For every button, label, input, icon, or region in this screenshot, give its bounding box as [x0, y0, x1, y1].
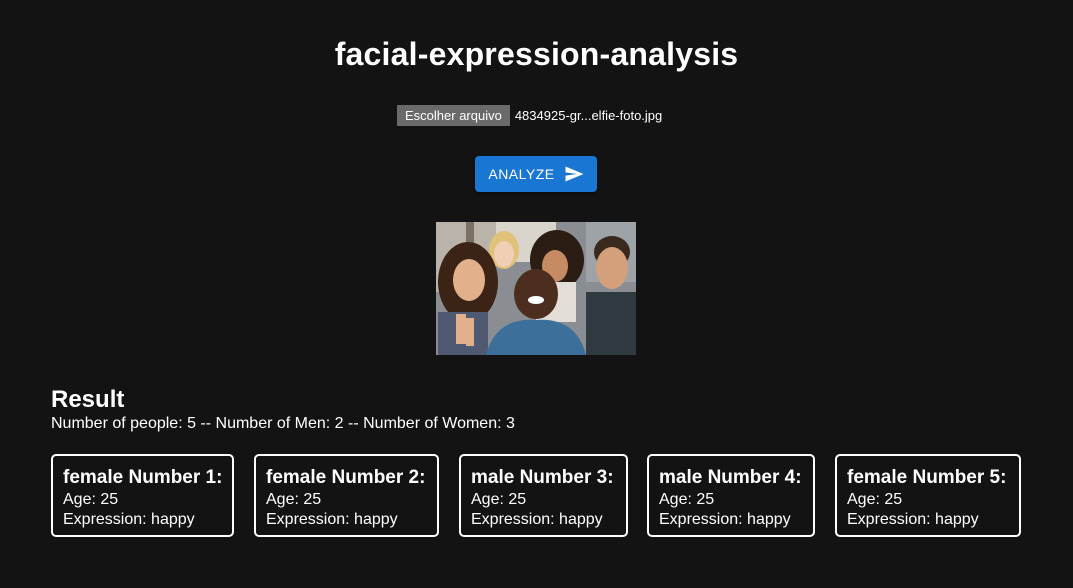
person-title: female Number 1: — [63, 467, 223, 488]
person-age: Age: 25 — [659, 491, 715, 508]
person-title: male Number 4: — [659, 467, 802, 488]
choose-file-button[interactable]: Escolher arquivo — [397, 105, 510, 126]
person-age: Age: 25 — [63, 491, 119, 508]
person-age: Age: 25 — [847, 491, 903, 508]
person-card: female Number 2: Age: 25 Expression: hap… — [254, 454, 439, 537]
person-age: Age: 25 — [266, 491, 322, 508]
person-expression: Expression: happy — [659, 511, 791, 528]
selected-file-name: 4834925-gr...elfie-foto.jpg — [514, 108, 663, 123]
page: facial-expression-analysis Escolher arqu… — [0, 0, 1073, 588]
person-expression: Expression: happy — [471, 511, 603, 528]
person-expression: Expression: happy — [266, 511, 398, 528]
person-card: female Number 5: Age: 25 Expression: hap… — [835, 454, 1021, 537]
person-title: female Number 5: — [847, 467, 1007, 488]
person-card: male Number 4: Age: 25 Expression: happy — [647, 454, 815, 537]
person-card: female Number 1: Age: 25 Expression: hap… — [51, 454, 234, 537]
person-expression: Expression: happy — [63, 511, 195, 528]
person-expression: Expression: happy — [847, 511, 979, 528]
person-age: Age: 25 — [471, 491, 527, 508]
result-heading: Result — [51, 386, 125, 413]
page-title: facial-expression-analysis — [334, 36, 739, 72]
send-icon — [565, 166, 584, 182]
analyze-button-label: ANALYZE — [488, 166, 555, 182]
person-title: female Number 2: — [266, 467, 426, 488]
result-summary: Number of people: 5 -- Number of Men: 2 … — [51, 415, 515, 432]
analyze-button[interactable]: ANALYZE — [475, 156, 597, 192]
file-upload: Escolher arquivo 4834925-gr...elfie-foto… — [397, 105, 662, 126]
uploaded-photo — [436, 222, 636, 355]
person-card: male Number 3: Age: 25 Expression: happy — [459, 454, 628, 537]
person-title: male Number 3: — [471, 467, 614, 488]
